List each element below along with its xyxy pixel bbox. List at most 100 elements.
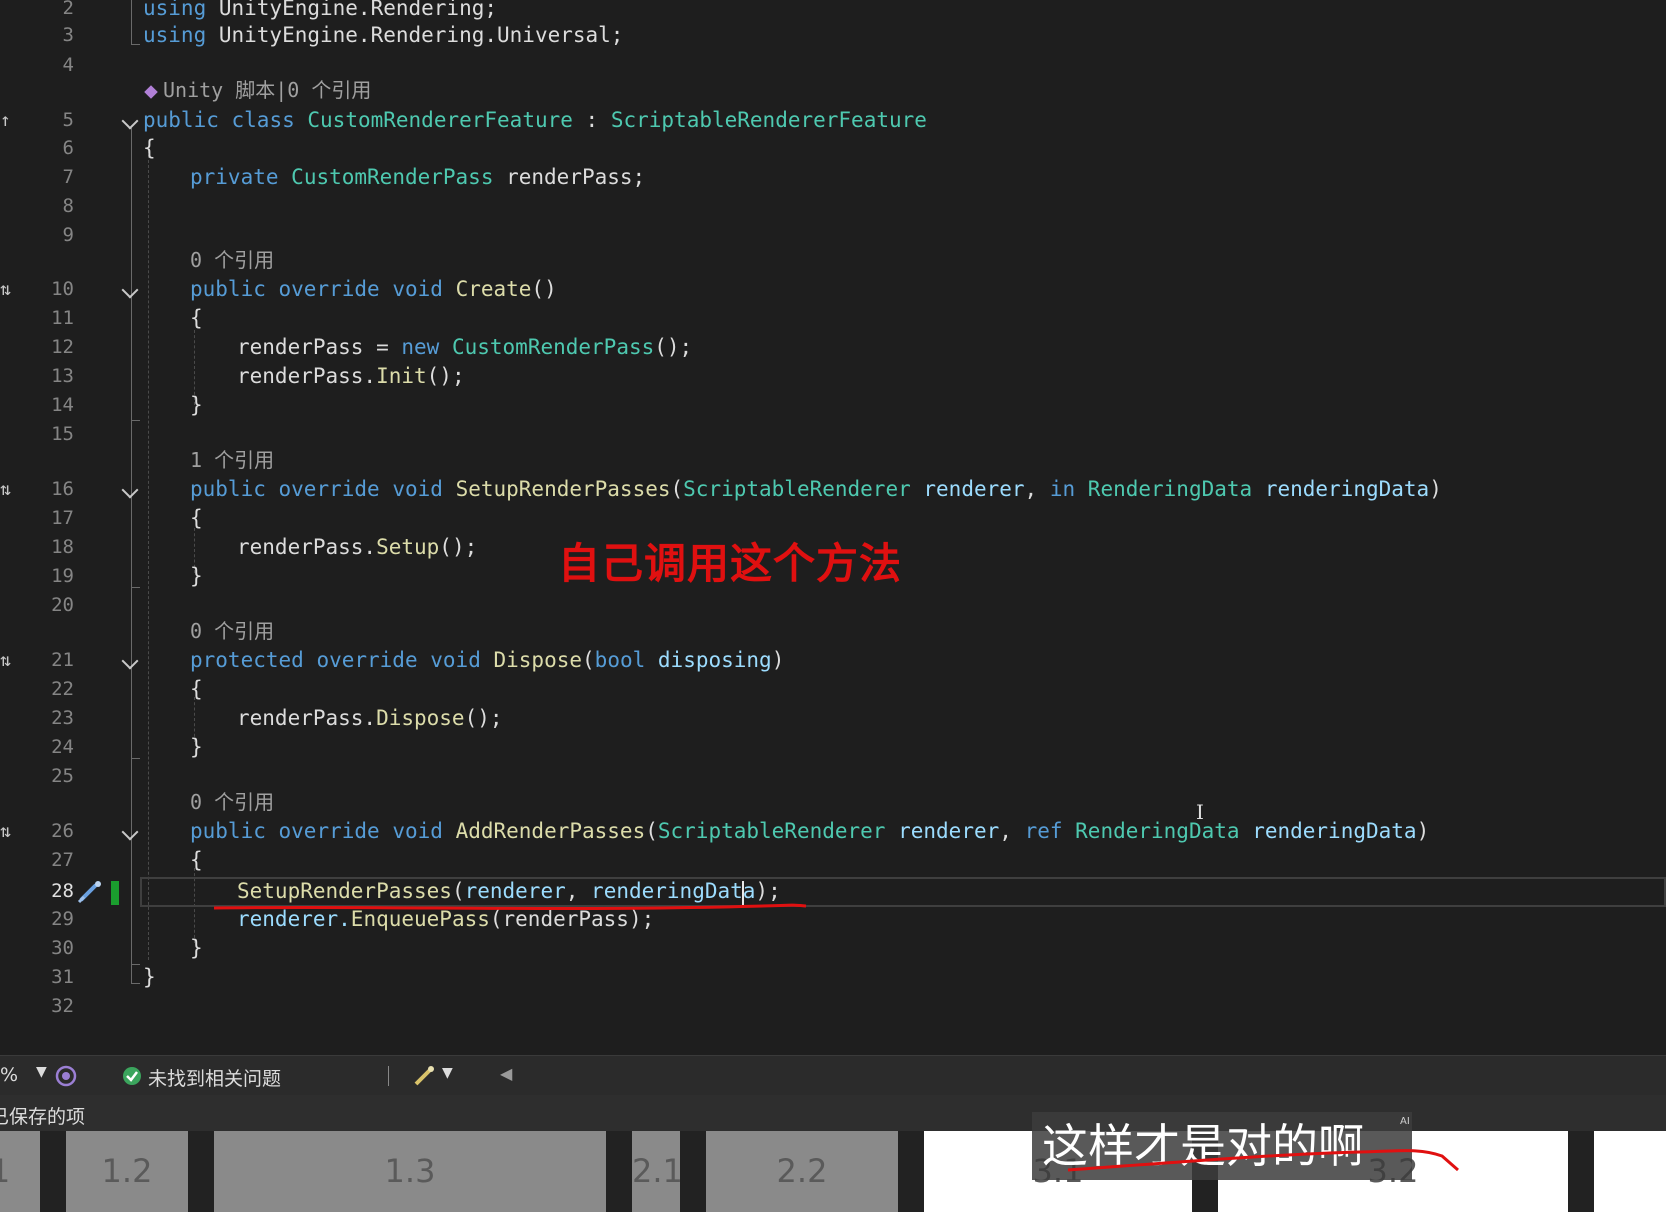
- code-line-15[interactable]: 15: [0, 420, 1666, 449]
- fold-chevron-icon[interactable]: [121, 112, 139, 130]
- code-text[interactable]: public class CustomRendererFeature : Scr…: [143, 106, 927, 135]
- output-panel-header: 已保存的项: [0, 1095, 1666, 1131]
- code-line-30[interactable]: 30 }: [0, 934, 1666, 963]
- code-line-14[interactable]: 14 }: [0, 391, 1666, 420]
- line-number: 30: [51, 937, 74, 959]
- line-number: 29: [51, 908, 74, 930]
- code-line-11[interactable]: 11 {: [0, 304, 1666, 333]
- code-line-23[interactable]: 23 renderPass.Dispose();: [0, 704, 1666, 733]
- fold-chevron-icon[interactable]: [121, 652, 139, 670]
- line-number: 32: [51, 995, 74, 1017]
- code-text[interactable]: }: [190, 391, 203, 420]
- fold-chevron-icon[interactable]: [121, 823, 139, 841]
- code-line-31[interactable]: 31 }: [0, 963, 1666, 992]
- code-text[interactable]: }: [190, 733, 203, 762]
- code-line-7[interactable]: 7 private CustomRenderPass renderPass;: [0, 163, 1666, 192]
- scroll-left-icon[interactable]: ◀: [500, 1064, 512, 1083]
- code-line-24[interactable]: 24 }: [0, 733, 1666, 762]
- code-line-3[interactable]: 3 using UnityEngine.Rendering.Universal;: [0, 21, 1666, 50]
- line-number: 5: [62, 109, 74, 131]
- timeline-segment[interactable]: [1594, 1131, 1666, 1212]
- codelens-references[interactable]: 1 个引用: [190, 446, 274, 475]
- line-number: 11: [51, 307, 74, 329]
- codelens-references[interactable]: 0 个引用: [190, 788, 274, 817]
- fold-chevron-icon[interactable]: [121, 281, 139, 299]
- code-line-20[interactable]: 20: [0, 591, 1666, 620]
- line-number: 24: [51, 736, 74, 758]
- line-number: 26: [51, 820, 74, 842]
- code-line-22[interactable]: 22 {: [0, 675, 1666, 704]
- codelens-unity-script[interactable]: Unity 脚本|0 个引用: [144, 76, 371, 105]
- code-text[interactable]: renderPass = new CustomRenderPass();: [237, 333, 692, 362]
- code-line-13[interactable]: 13 renderPass.Init();: [0, 362, 1666, 391]
- code-line-5[interactable]: ↑ 5 public class CustomRendererFeature :…: [0, 106, 1666, 135]
- code-text[interactable]: {: [190, 304, 203, 333]
- line-number: 21: [51, 649, 74, 671]
- code-text[interactable]: {: [190, 846, 203, 875]
- line-number: 22: [51, 678, 74, 700]
- zoom-level[interactable]: %: [0, 1064, 18, 1086]
- code-text[interactable]: {: [143, 134, 156, 163]
- line-number: 7: [62, 166, 74, 188]
- code-line-32[interactable]: 32: [0, 992, 1666, 1021]
- code-text[interactable]: }: [190, 934, 203, 963]
- code-text[interactable]: renderPass.Init();: [237, 362, 465, 391]
- line-number: 2: [62, 0, 74, 19]
- code-line-12[interactable]: 12 renderPass = new CustomRenderPass();: [0, 333, 1666, 362]
- code-text[interactable]: {: [190, 504, 203, 533]
- zoom-dropdown-icon[interactable]: ▼: [36, 1064, 47, 1080]
- code-text[interactable]: public override void Create(): [190, 275, 557, 304]
- timeline-segment[interactable]: 1: [0, 1131, 40, 1212]
- code-line-26[interactable]: ⇅ 26 public override void AddRenderPasse…: [0, 817, 1666, 846]
- code-line-21[interactable]: ⇅ 21 protected override void Dispose(boo…: [0, 646, 1666, 675]
- unity-cube-icon: [144, 84, 158, 99]
- code-editor[interactable]: 2 using UnityEngine.Rendering; 3 using U…: [0, 0, 1666, 1055]
- line-number: 8: [62, 195, 74, 217]
- code-line-25[interactable]: 25: [0, 762, 1666, 791]
- timeline-segment[interactable]: 2.2: [706, 1131, 898, 1212]
- code-line-10[interactable]: ⇅ 10 public override void Create(): [0, 275, 1666, 304]
- code-cleanup-brush-icon[interactable]: [412, 1064, 436, 1088]
- ai-badge: AI: [1400, 1116, 1410, 1127]
- editor-status-bar: % ▼ 未找到相关问题 ▼ ◀: [0, 1055, 1666, 1095]
- code-text[interactable]: }: [143, 963, 156, 992]
- line-number: 28: [51, 880, 74, 902]
- line-number: 14: [51, 394, 74, 416]
- timeline-segment[interactable]: 2.1: [632, 1131, 683, 1212]
- line-number: 19: [51, 565, 74, 587]
- code-line-6[interactable]: 6 {: [0, 134, 1666, 163]
- red-underline-annotation: [213, 903, 807, 911]
- code-text[interactable]: private CustomRenderPass renderPass;: [190, 163, 645, 192]
- code-text[interactable]: renderPass.Setup();: [237, 533, 477, 562]
- issues-status[interactable]: 未找到相关问题: [148, 1064, 281, 1091]
- code-line-8[interactable]: 8: [0, 192, 1666, 221]
- cleanup-dropdown-icon[interactable]: ▼: [442, 1065, 453, 1081]
- line-number: 3: [62, 24, 74, 46]
- line-number: 4: [62, 54, 74, 76]
- code-text[interactable]: using UnityEngine.Rendering.Universal;: [143, 21, 623, 50]
- timeline-segment[interactable]: 1.3: [214, 1131, 606, 1212]
- code-line-2[interactable]: 2 using UnityEngine.Rendering;: [0, 0, 1666, 23]
- code-text[interactable]: renderPass.Dispose();: [237, 704, 503, 733]
- code-line-17[interactable]: 17 {: [0, 504, 1666, 533]
- code-line-16[interactable]: ⇅ 16 public override void SetupRenderPas…: [0, 475, 1666, 504]
- fold-chevron-icon[interactable]: [121, 481, 139, 499]
- line-number: 20: [51, 594, 74, 616]
- codelens-references[interactable]: 0 个引用: [190, 617, 274, 646]
- line-number: 25: [51, 765, 74, 787]
- code-text[interactable]: protected override void Dispose(bool dis…: [190, 646, 784, 675]
- line-number: 23: [51, 707, 74, 729]
- code-line-27[interactable]: 27 {: [0, 846, 1666, 875]
- line-number: 16: [51, 478, 74, 500]
- line-number: 15: [51, 423, 74, 445]
- copilot-icon[interactable]: [54, 1065, 78, 1087]
- code-text[interactable]: using UnityEngine.Rendering;: [143, 0, 497, 23]
- line-number: 6: [62, 137, 74, 159]
- codelens-references[interactable]: 0 个引用: [190, 246, 274, 275]
- output-label: 已保存的项: [0, 1106, 86, 1128]
- code-text[interactable]: }: [190, 562, 203, 591]
- code-text[interactable]: public override void SetupRenderPasses(S…: [190, 475, 1442, 504]
- code-text[interactable]: public override void AddRenderPasses(Scr…: [190, 817, 1429, 846]
- timeline-segment[interactable]: 1.2: [66, 1131, 188, 1212]
- code-text[interactable]: {: [190, 675, 203, 704]
